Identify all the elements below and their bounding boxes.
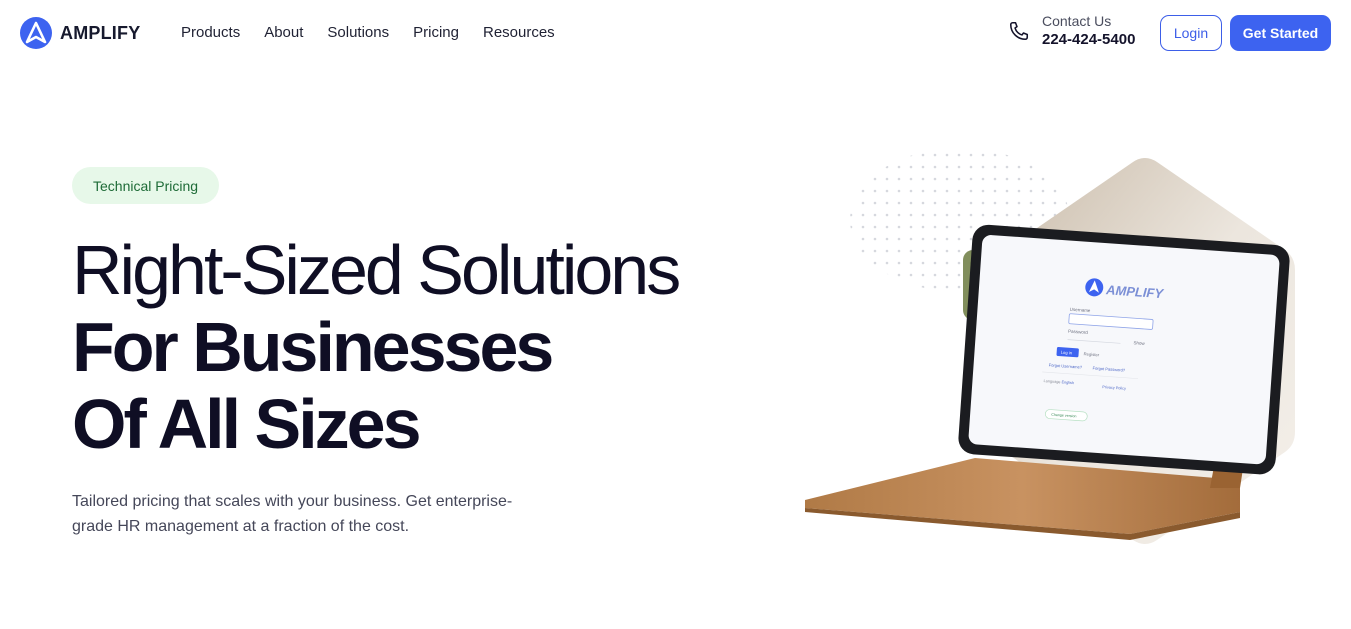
headline-line-1: Right-Sized Solutions [72,231,681,309]
headline-line-2: For Businesses [72,308,554,386]
hero-badge: Technical Pricing [72,167,220,204]
hero-headline: Right-Sized Solutions For Businesses Of … [72,231,681,463]
contact-label: Contact Us [1042,13,1112,29]
contact-block[interactable]: Contact Us 224-424-5400 [1008,13,1135,49]
brand-name: AMPLIFY [60,22,141,43]
amplify-logo-icon [20,17,52,49]
tablet-screen [968,235,1280,465]
nav-item-resources[interactable]: Resources [483,24,555,41]
login-button[interactable]: Login [1160,15,1222,51]
tablet-illustration: AMPLIFY Username Password Show Log in Re… [805,148,1295,544]
contact-phone[interactable]: 224-424-5400 [1042,31,1135,50]
contact-text: Contact Us 224-424-5400 [1042,13,1135,49]
headline-line-3: Of All Sizes [72,385,422,463]
site-header: AMPLIFY Products About Solutions Pricing… [0,0,1351,68]
nav-item-pricing[interactable]: Pricing [413,24,459,41]
nav-item-solutions[interactable]: Solutions [327,24,389,41]
hero-subtext: Tailored pricing that scales with your b… [72,493,513,535]
get-started-button[interactable]: Get Started [1230,15,1331,51]
screen-login-label: Log in [1061,350,1073,356]
nav-item-products[interactable]: Products [181,24,240,41]
screen-show-label: Show [1133,340,1145,346]
brand-logo[interactable]: AMPLIFY [20,17,140,49]
main-nav: Products About Solutions Pricing Resourc… [181,24,555,41]
phone-icon [1009,22,1029,41]
nav-item-about[interactable]: About [264,24,303,41]
